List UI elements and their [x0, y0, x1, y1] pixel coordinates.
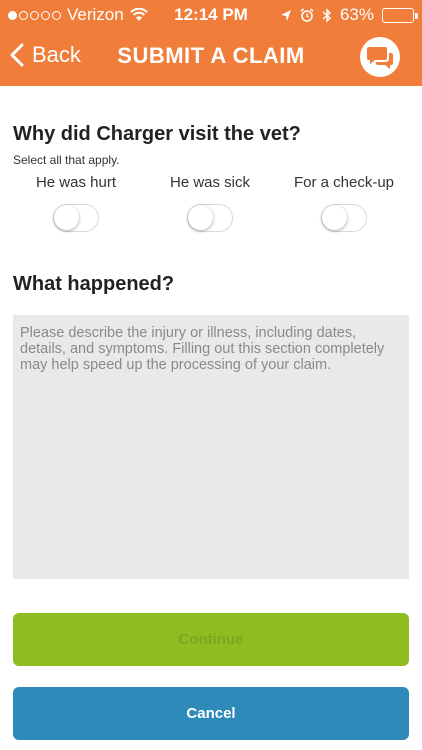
option-label: For a check-up	[293, 174, 395, 191]
option-label: He was hurt	[35, 174, 117, 191]
continue-label: Continue	[178, 631, 244, 648]
continue-button[interactable]: Continue	[13, 613, 409, 666]
checkup-toggle[interactable]	[321, 204, 367, 232]
cancel-label: Cancel	[186, 705, 236, 722]
toggle-knob	[322, 205, 347, 230]
details-question: What happened?	[13, 273, 175, 295]
cancel-button[interactable]: Cancel	[13, 687, 409, 740]
option-label: He was sick	[169, 174, 251, 191]
visit-hint: Select all that apply.	[13, 153, 120, 167]
sick-toggle[interactable]	[187, 204, 233, 232]
battery-icon	[382, 7, 418, 23]
location-arrow-icon	[280, 9, 291, 21]
hurt-toggle[interactable]	[53, 204, 99, 232]
toggle-knob	[54, 205, 79, 230]
alarm-clock-icon	[300, 8, 314, 22]
nav-bar: Back SUBMIT A CLAIM	[0, 30, 422, 86]
battery-percent: 63%	[339, 5, 374, 24]
status-bar: Verizon 12:14 PM 63%	[0, 0, 422, 30]
toggle-knob	[188, 205, 213, 230]
chat-bubbles-icon	[367, 47, 393, 69]
status-right: 63%	[280, 5, 418, 25]
chat-button[interactable]	[360, 37, 400, 77]
details-textarea[interactable]	[13, 315, 409, 579]
page-title: SUBMIT A CLAIM	[117, 43, 305, 68]
option-sick: He was sick	[140, 174, 280, 236]
bluetooth-icon	[322, 7, 331, 23]
option-checkup: For a check-up	[274, 174, 414, 236]
option-hurt: He was hurt	[6, 174, 146, 236]
top-bar: Verizon 12:14 PM 63% Back SUBMIT A CLAIM	[0, 0, 422, 86]
visit-question: Why did Charger visit the vet?	[13, 123, 301, 145]
